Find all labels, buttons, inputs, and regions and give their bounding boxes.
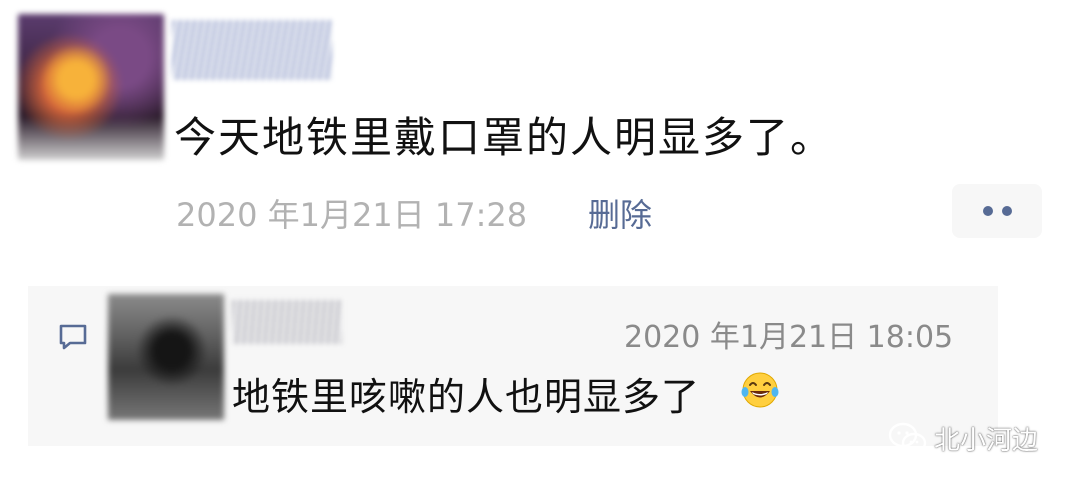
more-actions-button[interactable] xyxy=(952,184,1042,238)
post-text: 今天地铁里戴口罩的人明显多了。 xyxy=(174,113,835,162)
author-avatar[interactable] xyxy=(18,14,164,160)
commenter-name-redacted[interactable] xyxy=(232,300,342,344)
comment-text: 地铁里咳嗽的人也明显多了 xyxy=(232,375,701,419)
watermark: 北小河边 xyxy=(888,420,1038,457)
laughing-with-tears-emoji xyxy=(741,372,779,408)
more-dots-icon xyxy=(1001,206,1012,216)
commenter-avatar[interactable] xyxy=(108,294,224,420)
author-name-redacted[interactable] xyxy=(172,20,332,80)
more-dots-icon xyxy=(982,206,993,216)
comment-bubble-icon xyxy=(59,324,87,350)
comment-timestamp: 2020 年1月21日 18:05 xyxy=(624,320,954,355)
moments-post: 今天地铁里戴口罩的人明显多了。 2020 年1月21日 17:28 删除 202… xyxy=(0,0,1080,482)
post-timestamp: 2020 年1月21日 17:28 xyxy=(176,196,528,234)
delete-link[interactable]: 删除 xyxy=(588,190,652,236)
wechat-icon xyxy=(888,422,927,453)
watermark-text: 北小河边 xyxy=(934,426,1039,456)
